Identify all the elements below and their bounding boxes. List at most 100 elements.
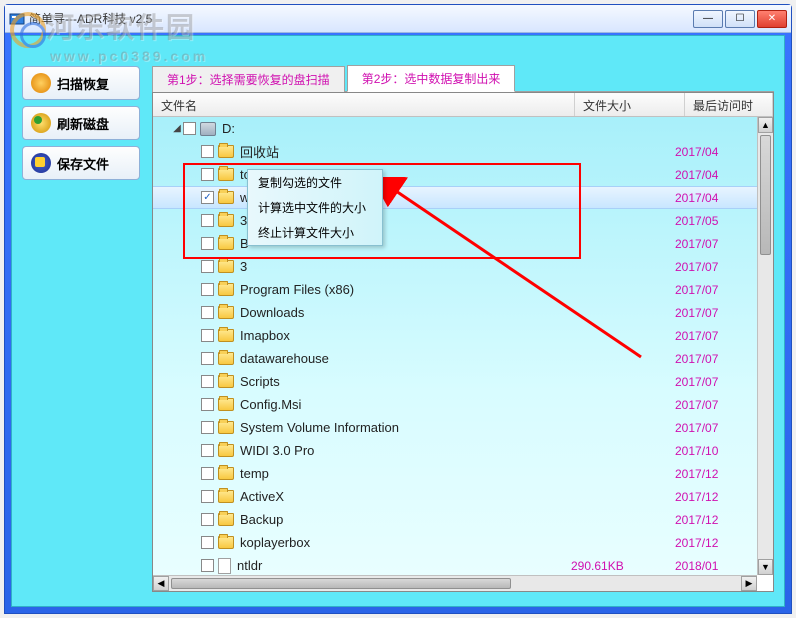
- refresh-disk-button[interactable]: 刷新磁盘: [22, 106, 140, 140]
- file-name: 3: [240, 259, 571, 274]
- checkbox[interactable]: [201, 467, 214, 480]
- checkbox[interactable]: [201, 536, 214, 549]
- checkbox[interactable]: [201, 513, 214, 526]
- file-row[interactable]: tools2017/04: [153, 163, 757, 186]
- file-date: 2017/07: [675, 260, 757, 274]
- file-date: 2017/12: [675, 536, 757, 550]
- checkbox[interactable]: ✓: [201, 191, 214, 204]
- file-date: 2017/10: [675, 444, 757, 458]
- file-date: 2017/12: [675, 467, 757, 481]
- folder-icon: [218, 352, 234, 365]
- maximize-button[interactable]: ☐: [725, 10, 755, 28]
- scan-icon: [31, 73, 51, 93]
- checkbox[interactable]: [201, 490, 214, 503]
- tab-step1[interactable]: 第1步：选择需要恢复的盘扫描: [152, 66, 345, 92]
- sidebar-label: 扫描恢复: [57, 74, 109, 93]
- file-row[interactable]: B2017/07: [153, 232, 757, 255]
- checkbox[interactable]: [201, 444, 214, 457]
- file-row[interactable]: Config.Msi2017/07: [153, 393, 757, 416]
- file-row[interactable]: Scripts2017/07: [153, 370, 757, 393]
- file-name: koplayerbox: [240, 535, 571, 550]
- folder-icon: [218, 536, 234, 549]
- checkbox[interactable]: [201, 168, 214, 181]
- checkbox[interactable]: [201, 214, 214, 227]
- file-name: Backup: [240, 512, 571, 527]
- tab-bar: 第1步：选择需要恢复的盘扫描 第2步：选中数据复制出来: [152, 66, 774, 92]
- scroll-thumb[interactable]: [760, 135, 771, 255]
- checkbox[interactable]: [201, 352, 214, 365]
- file-row[interactable]: ActiveX 2017/12: [153, 485, 757, 508]
- checkbox[interactable]: [201, 559, 214, 572]
- folder-icon: [218, 214, 234, 227]
- checkbox[interactable]: [201, 306, 214, 319]
- file-name: ActiveX: [240, 489, 571, 504]
- checkbox[interactable]: [201, 329, 214, 342]
- file-row[interactable]: WIDI 3.0 Pro2017/10: [153, 439, 757, 462]
- ctx-calc-size[interactable]: 计算选中文件的大小: [248, 195, 382, 220]
- file-row[interactable]: Program Files (x86)2017/07: [153, 278, 757, 301]
- app-window: 简单寻---ADR科技 v2.5 — ☐ ✕ 河乐软件园 www.pc0389.…: [4, 4, 792, 614]
- col-filename[interactable]: 文件名: [153, 93, 575, 116]
- file-row[interactable]: ntldr290.61KB2018/01: [153, 554, 757, 575]
- file-name: temp: [240, 466, 571, 481]
- horizontal-scrollbar[interactable]: ◀ ▶: [153, 575, 757, 591]
- file-row[interactable]: 3 2017/07: [153, 255, 757, 278]
- ctx-copy-checked[interactable]: 复制勾选的文件: [248, 170, 382, 195]
- app-icon: [9, 11, 25, 27]
- checkbox[interactable]: [201, 283, 214, 296]
- file-row[interactable]: temp 2017/12: [153, 462, 757, 485]
- file-row[interactable]: 32017/05: [153, 209, 757, 232]
- scroll-down-icon[interactable]: ▼: [758, 559, 773, 575]
- folder-icon: [218, 375, 234, 388]
- sidebar: 扫描恢复 刷新磁盘 保存文件: [22, 66, 142, 186]
- checkbox[interactable]: [201, 145, 214, 158]
- checkbox[interactable]: [201, 237, 214, 250]
- vertical-scrollbar[interactable]: ▲ ▼: [757, 117, 773, 575]
- drive-label: D:: [222, 121, 571, 136]
- file-name: System Volume Information: [240, 420, 571, 435]
- context-menu: 复制勾选的文件 计算选中文件的大小 终止计算文件大小: [247, 169, 383, 246]
- folder-icon: [218, 490, 234, 503]
- tree-body[interactable]: ◢ D: 回收站2017/04tools2017/04✓win2017/0432…: [153, 117, 757, 575]
- close-button[interactable]: ✕: [757, 10, 787, 28]
- file-row[interactable]: System Volume Information2017/07: [153, 416, 757, 439]
- checkbox[interactable]: [201, 375, 214, 388]
- minimize-button[interactable]: —: [693, 10, 723, 28]
- ctx-stop-calc[interactable]: 终止计算文件大小: [248, 220, 382, 245]
- checkbox[interactable]: [183, 122, 196, 135]
- file-row[interactable]: ✓win2017/04: [153, 186, 757, 209]
- file-date: 2018/01: [675, 559, 757, 573]
- save-file-button[interactable]: 保存文件: [22, 146, 140, 180]
- file-row[interactable]: Imapbox2017/07: [153, 324, 757, 347]
- file-name: Scripts: [240, 374, 571, 389]
- file-icon: [218, 558, 231, 574]
- checkbox[interactable]: [201, 398, 214, 411]
- folder-icon: [218, 260, 234, 273]
- list-header: 文件名 文件大小 最后访问时: [153, 93, 773, 117]
- scroll-up-icon[interactable]: ▲: [758, 117, 773, 133]
- drive-row[interactable]: ◢ D:: [153, 117, 757, 140]
- file-name: Config.Msi: [240, 397, 571, 412]
- scroll-left-icon[interactable]: ◀: [153, 576, 169, 591]
- refresh-icon: [31, 113, 51, 133]
- expand-arrow-icon[interactable]: ◢: [171, 123, 183, 134]
- file-date: 2017/12: [675, 490, 757, 504]
- checkbox[interactable]: [201, 421, 214, 434]
- client-area: 河乐软件园 www.pc0389.com 扫描恢复 刷新磁盘 保存文件 第1步：…: [11, 35, 785, 607]
- file-row[interactable]: Backup2017/12: [153, 508, 757, 531]
- window-title: 简单寻---ADR科技 v2.5: [29, 10, 693, 27]
- file-row[interactable]: datawarehouse2017/07: [153, 347, 757, 370]
- file-size: 290.61KB: [571, 559, 675, 573]
- file-row[interactable]: koplayerbox 2017/12: [153, 531, 757, 554]
- folder-icon: [218, 283, 234, 296]
- scroll-right-icon[interactable]: ▶: [741, 576, 757, 591]
- tab-step2[interactable]: 第2步：选中数据复制出来: [347, 65, 516, 92]
- file-row[interactable]: 回收站2017/04: [153, 140, 757, 163]
- scan-recover-button[interactable]: 扫描恢复: [22, 66, 140, 100]
- col-filesize[interactable]: 文件大小: [575, 93, 685, 116]
- scroll-thumb[interactable]: [171, 578, 511, 589]
- col-lastaccess[interactable]: 最后访问时: [685, 93, 773, 116]
- checkbox[interactable]: [201, 260, 214, 273]
- file-row[interactable]: Downloads2017/07: [153, 301, 757, 324]
- file-date: 2017/07: [675, 237, 757, 251]
